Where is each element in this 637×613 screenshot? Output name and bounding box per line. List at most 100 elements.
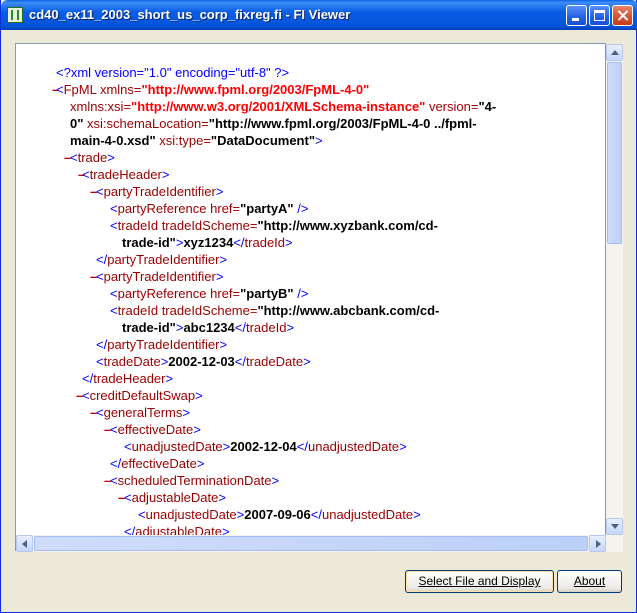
xml-token: tradeDate [103,354,161,369]
select-file-button[interactable]: Select File and Display [405,570,554,593]
vertical-scrollbar[interactable] [606,44,623,552]
xml-token: version= [425,99,479,114]
xml-token: < [124,439,132,454]
minimize-button[interactable] [566,5,587,26]
xml-token: < [70,150,78,165]
xml-token: trade-id" [122,235,176,250]
xml-token: tradeIdScheme= [158,303,258,318]
xml-token: </ [234,320,246,335]
xml-token: xsi:type= [155,133,211,148]
xml-token: "http://www.w3.org/2001/XMLSchema-instan… [131,99,426,114]
xml-token: xmlns:xsi= [70,99,132,114]
xml-token: tradeId [117,218,159,233]
xml-token: trade [77,150,108,165]
xml-token: < [82,167,90,182]
xml-token: generalTerms [103,405,183,420]
xml-token: /> [293,286,309,301]
xml-token: partyTradeIdentifier [107,252,220,267]
xml-token: </ [96,337,108,352]
xml-token: "4- [478,99,497,114]
xml-token: < [110,473,118,488]
xml-line: <partyTradeIdentifier> [96,183,223,200]
xml-token: unadjustedDate [131,439,223,454]
xml-token: < [138,507,146,522]
xml-line: </effectiveDate> [110,455,204,472]
xml-token: > [218,490,226,505]
chevron-down-icon [611,524,619,529]
chevron-right-icon [596,540,601,548]
horizontal-scroll-thumb[interactable] [34,536,588,551]
xml-line: <unadjustedDate>2007-09-06</unadjustedDa… [138,506,421,523]
scroll-up-button[interactable] [606,44,623,61]
xml-line: <creditDefaultSwap> [82,387,203,404]
xml-token: effectiveDate [121,456,197,471]
scroll-down-button[interactable] [606,518,623,535]
xml-token: "http://www.xyzbank.com/cd- [257,218,438,233]
xml-token: tradeHeader [89,167,162,182]
xml-token: "DataDocument" [210,133,315,148]
xml-line: </partyTradeIdentifier> [96,336,227,353]
xml-token: partyReference [117,286,207,301]
xml-token: 2002-12-03 [168,354,235,369]
xml-token: adjustableDate [135,524,222,535]
xml-token: adjustableDate [131,490,219,505]
xml-token: </ [96,252,108,267]
xml-line: <tradeDate>2002-12-03</tradeDate> [96,353,311,370]
xml-token: unadjustedDate [321,507,414,522]
xml-line: <partyReference href="partyB" /> [110,285,308,302]
xml-line: 0" xsi:schemaLocation="http://www.fpml.o… [70,115,477,132]
xml-token: > [219,337,228,352]
xml-line: <partyReference href="partyA" /> [110,200,308,217]
xml-token: > [193,422,201,437]
xml-line: <scheduledTerminationDate> [110,472,279,489]
xml-token: > [399,439,407,454]
xml-line: <tradeHeader> [82,166,169,183]
xml-token: </ [310,507,322,522]
xml-token: creditDefaultSwap [89,388,196,403]
xml-token: </ [82,371,94,386]
xml-token: < [110,286,118,301]
xml-token: tradeId [244,235,286,250]
xml-token: > [215,184,224,199]
xml-token: > [221,524,230,535]
xml-token: < [96,354,104,369]
xml-viewer[interactable]: <?xml version="1.0" encoding="utf-8" ?> –… [15,43,606,551]
title-bar[interactable]: cd40_ex11_2003_short_us_corp_fixreg.fi -… [1,0,637,30]
xml-token: unadjustedDate [145,507,237,522]
xml-token: < [110,218,118,233]
xml-token: "partyB" [240,286,294,301]
xml-token: 0" [70,116,84,131]
xml-token: unadjustedDate [307,439,400,454]
xml-token: < [56,82,64,97]
xml-token: partyTradeIdentifier [107,337,220,352]
vertical-scroll-thumb[interactable] [607,62,622,244]
close-button[interactable] [612,5,633,26]
xml-line: </tradeHeader> [82,370,173,387]
maximize-button[interactable] [589,5,610,26]
xml-line: <FpML xmlns="http://www.fpml.org/2003/Fp… [56,81,369,98]
xml-token: partyTradeIdentifier [103,269,216,284]
xml-token: > [315,133,323,148]
xml-token: </ [233,235,245,250]
xml-line: </partyTradeIdentifier> [96,251,227,268]
xml-token: <?xml version="1.0" encoding="utf-8" ?> [56,65,290,80]
xml-token: > [303,354,311,369]
xml-token: tradeDate [246,354,304,369]
horizontal-scrollbar[interactable] [16,535,606,552]
xml-token: /> [293,201,309,216]
xml-token: 2007-09-06 [244,507,311,522]
xml-line: <partyTradeIdentifier> [96,268,223,285]
xml-line: trade-id">abc1234</tradeId> [122,319,294,336]
scroll-right-button[interactable] [589,535,606,552]
xml-token: < [96,269,104,284]
xml-token: </ [110,456,122,471]
xml-line: xmlns:xsi="http://www.w3.org/2001/XMLSch… [70,98,496,115]
xml-token: partyTradeIdentifier [103,184,216,199]
xml-line: main-4-0.xsd" xsi:type="DataDocument"> [70,132,323,149]
xml-token: < [96,184,104,199]
about-button[interactable]: About [557,570,622,593]
scroll-left-button[interactable] [16,535,33,552]
xml-token: > [107,150,115,165]
xml-line: <effectiveDate> [110,421,201,438]
xml-token: href= [206,286,241,301]
